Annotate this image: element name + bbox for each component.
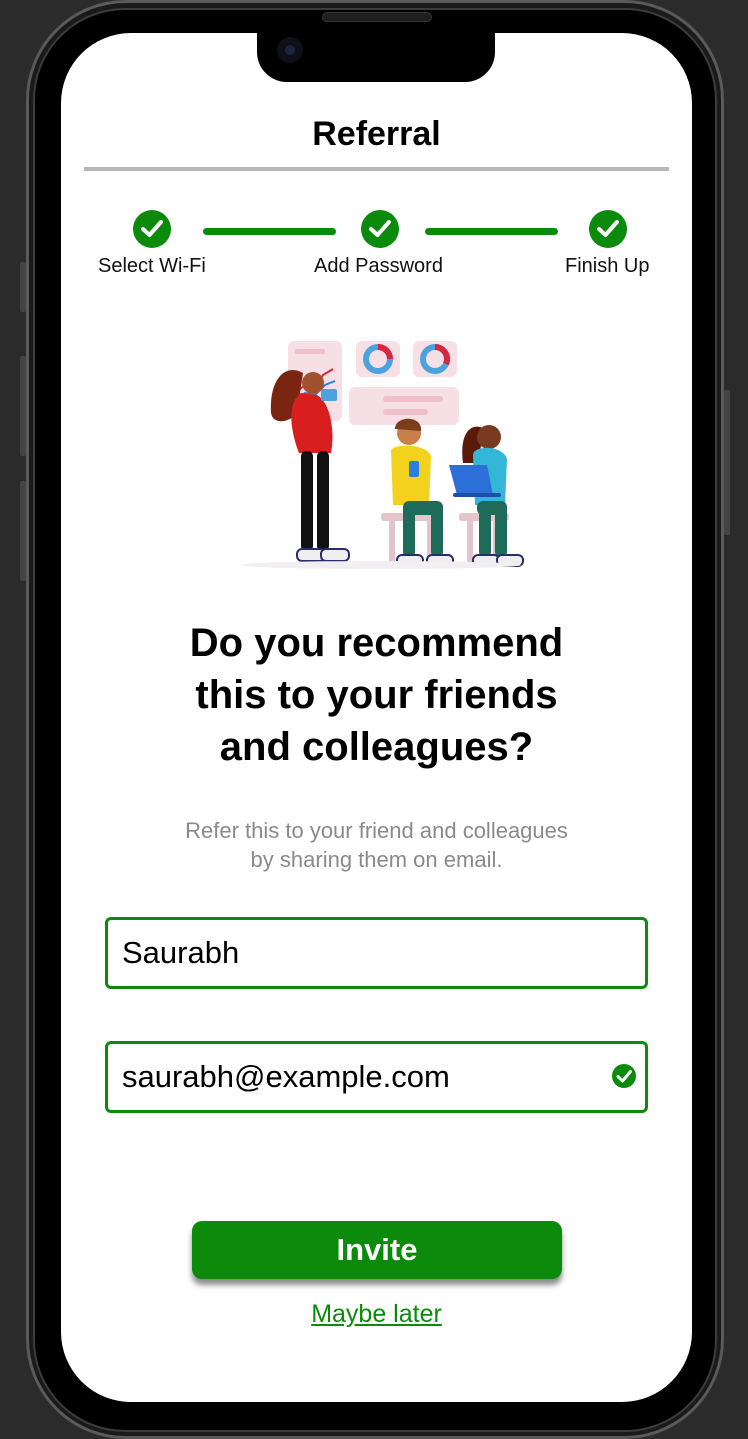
mute-switch: [20, 262, 26, 312]
team-collaboration-illustration: [241, 341, 524, 569]
step-1-check-icon: [133, 210, 171, 248]
title-divider: [84, 167, 669, 171]
earpiece-speaker: [322, 12, 432, 22]
name-field[interactable]: [105, 917, 648, 989]
front-camera-icon: [277, 37, 303, 63]
check-circle-icon: [612, 1064, 636, 1088]
step-connector-1: [203, 228, 336, 235]
step-2-label: Add Password: [314, 255, 443, 277]
step-3-check-icon: [589, 210, 627, 248]
volume-down-button: [20, 481, 26, 581]
power-button: [724, 390, 730, 535]
invite-button[interactable]: Invite: [192, 1221, 562, 1279]
maybe-later-link[interactable]: Maybe later: [61, 1300, 692, 1329]
email-input[interactable]: [122, 1059, 592, 1095]
name-input[interactable]: [122, 935, 592, 971]
page-title: Referral: [312, 115, 441, 153]
app-screen: Referral Select Wi-Fi Add Password Finis…: [61, 33, 692, 1402]
step-2-check-icon: [361, 210, 399, 248]
volume-up-button: [20, 356, 26, 456]
email-field[interactable]: [105, 1041, 648, 1113]
recommend-heading: Do you recommend this to your friends an…: [189, 621, 564, 769]
step-connector-2: [425, 228, 558, 235]
recommend-subtitle: Refer this to your friend and colleagues…: [185, 818, 568, 872]
step-1-label: Select Wi-Fi: [98, 255, 206, 277]
step-3-label: Finish Up: [565, 255, 650, 277]
